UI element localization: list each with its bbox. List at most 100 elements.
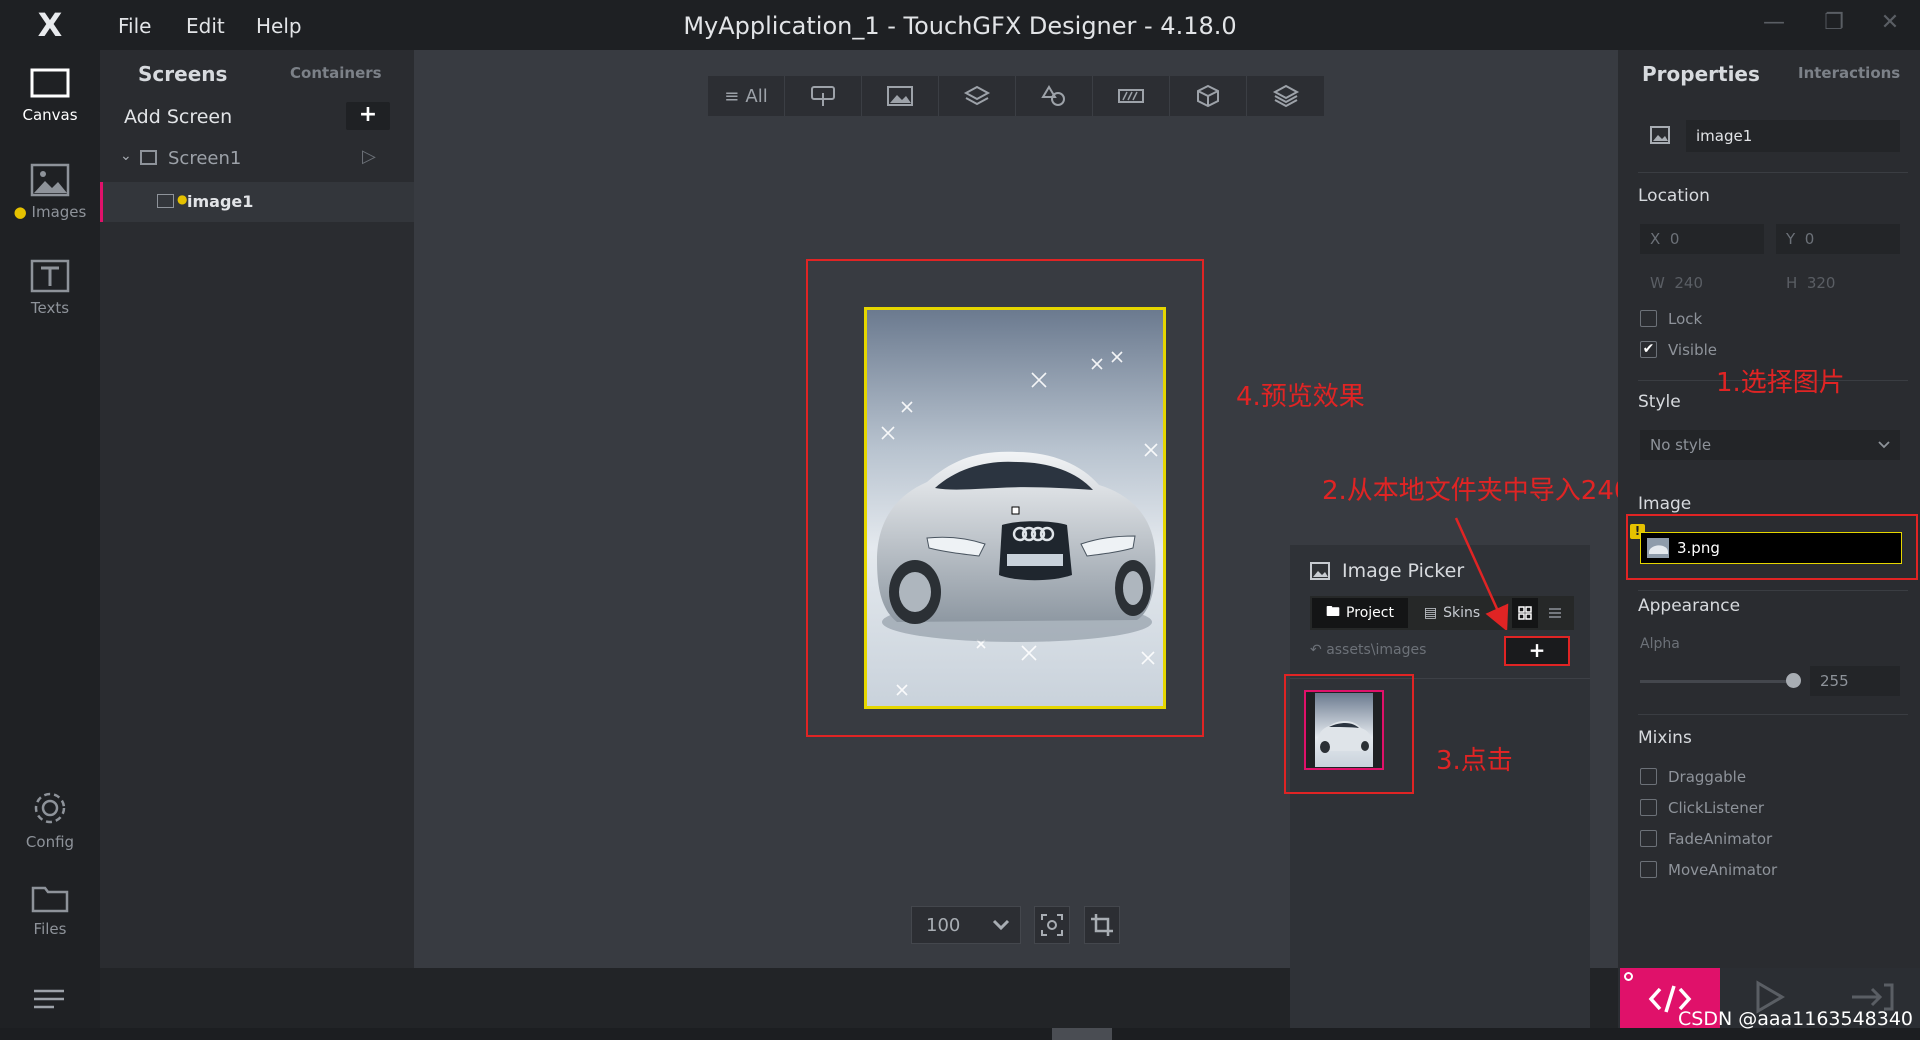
path-label: assets\images bbox=[1326, 642, 1427, 658]
image-widget-icon bbox=[157, 194, 174, 208]
chevron-down-icon[interactable]: ⌄ bbox=[120, 148, 132, 164]
moveanimator-checkbox[interactable] bbox=[1640, 861, 1657, 878]
tab-interactions[interactable]: Interactions bbox=[1798, 64, 1900, 82]
widget-name-input[interactable]: image1 bbox=[1686, 120, 1900, 152]
minimize-icon[interactable]: — bbox=[1756, 10, 1792, 40]
alpha-slider-track[interactable] bbox=[1640, 680, 1790, 683]
nav-config[interactable]: Config bbox=[0, 776, 100, 864]
texts-icon bbox=[30, 259, 70, 293]
folder-icon bbox=[31, 886, 69, 913]
hamburger-icon[interactable] bbox=[32, 988, 66, 1014]
screen-tree-row[interactable]: ⌄ Screen1 ▷ bbox=[100, 138, 414, 178]
stack-icon bbox=[1272, 84, 1299, 108]
chevron-down-icon bbox=[1878, 441, 1890, 449]
toolbar-containers-button[interactable] bbox=[939, 76, 1016, 116]
nav-files-label: Files bbox=[33, 920, 67, 938]
divider bbox=[1638, 172, 1908, 173]
restore-icon[interactable]: ❐ bbox=[1816, 10, 1852, 40]
clicklistener-label: ClickListener bbox=[1668, 799, 1765, 817]
path-breadcrumb: ↶ assets\images bbox=[1310, 642, 1426, 658]
screen-icon bbox=[140, 150, 157, 165]
toolbar-images-button[interactable] bbox=[862, 76, 939, 116]
zoom-select[interactable]: 100 bbox=[911, 906, 1021, 944]
nav-images[interactable]: ● Images bbox=[0, 148, 100, 236]
toolbar-3d-button[interactable] bbox=[1170, 76, 1247, 116]
list-icon: ≡ bbox=[724, 85, 740, 107]
image-select[interactable]: 3.png bbox=[1640, 532, 1902, 564]
alpha-slider-handle[interactable] bbox=[1786, 673, 1801, 688]
x-value: 0 bbox=[1669, 230, 1680, 248]
fadeanimator-checkbox[interactable] bbox=[1640, 830, 1657, 847]
image-thumbnail-icon bbox=[1647, 538, 1669, 558]
nav-canvas[interactable]: Canvas bbox=[0, 52, 100, 140]
taskbar-indicator bbox=[1052, 1028, 1112, 1040]
car-thumbnail-image bbox=[1315, 693, 1373, 767]
widget-tree-row[interactable]: ● image1 bbox=[100, 182, 414, 222]
w-field[interactable]: W 240 bbox=[1650, 274, 1703, 292]
menu-file[interactable]: File bbox=[118, 14, 151, 38]
lock-checkbox[interactable] bbox=[1640, 310, 1657, 327]
draggable-label: Draggable bbox=[1668, 768, 1747, 786]
alpha-label: Alpha bbox=[1640, 636, 1680, 652]
folder-icon: 🖿 bbox=[1326, 604, 1341, 620]
screen-name: Screen1 bbox=[168, 148, 242, 169]
nav-images-text: Images bbox=[31, 203, 87, 221]
nav-texts-label: Texts bbox=[30, 299, 70, 317]
nav-files[interactable]: Files bbox=[0, 866, 100, 954]
toolbar-shapes-button[interactable] bbox=[1016, 76, 1093, 116]
import-image-button[interactable]: + bbox=[1504, 636, 1570, 666]
add-screen-button[interactable]: + bbox=[346, 102, 390, 130]
y-input[interactable]: Y 0 bbox=[1776, 224, 1900, 254]
annotation-click: 3.点击 bbox=[1436, 746, 1513, 776]
annotation-preview: 4.预览效果 bbox=[1236, 382, 1365, 412]
menu-help[interactable]: Help bbox=[256, 14, 302, 38]
add-screen-label[interactable]: Add Screen bbox=[124, 106, 232, 128]
nav-config-label: Config bbox=[25, 833, 75, 851]
images-icon bbox=[30, 163, 70, 197]
fit-screen-button[interactable] bbox=[1034, 906, 1070, 944]
car-image bbox=[867, 310, 1163, 706]
w-label: W bbox=[1650, 274, 1665, 292]
lock-label: Lock bbox=[1668, 310, 1703, 328]
watermark: CSDN @aaa1163548340 bbox=[1678, 1008, 1914, 1030]
zoom-value: 100 bbox=[926, 914, 961, 936]
alpha-input[interactable]: 255 bbox=[1810, 666, 1900, 696]
widget-toolbar: ≡ All bbox=[708, 76, 1324, 116]
visible-checkbox[interactable]: ✔ bbox=[1640, 341, 1657, 358]
tab-properties[interactable]: Properties bbox=[1642, 62, 1760, 86]
status-dot-icon bbox=[1624, 972, 1633, 981]
play-screen-icon[interactable]: ▷ bbox=[362, 146, 376, 167]
h-value: 320 bbox=[1806, 274, 1836, 292]
tab-project[interactable]: 🖿 Project bbox=[1312, 598, 1408, 628]
draggable-checkbox[interactable] bbox=[1640, 768, 1657, 785]
w-value: 240 bbox=[1674, 274, 1704, 292]
nav-texts[interactable]: Texts bbox=[0, 244, 100, 332]
touchgfx-logo: X bbox=[37, 6, 63, 44]
toolbar-all-button[interactable]: ≡ All bbox=[708, 76, 785, 116]
status-bar bbox=[0, 1028, 1920, 1040]
back-arrow-icon[interactable]: ↶ bbox=[1310, 642, 1322, 658]
h-field[interactable]: H 320 bbox=[1786, 274, 1835, 292]
image-thumbnail[interactable] bbox=[1304, 690, 1384, 770]
tab-containers[interactable]: Containers bbox=[290, 64, 382, 82]
menu-edit[interactable]: Edit bbox=[186, 14, 225, 38]
close-icon[interactable]: ✕ bbox=[1872, 10, 1908, 40]
tab-screens[interactable]: Screens bbox=[138, 62, 227, 86]
toolbar-misc-button[interactable] bbox=[1247, 76, 1324, 116]
image-picker-icon bbox=[1310, 562, 1330, 584]
image1-widget[interactable] bbox=[864, 307, 1166, 709]
h-label: H bbox=[1786, 274, 1798, 292]
progress-icon bbox=[1118, 89, 1144, 103]
nav-canvas-label: Canvas bbox=[22, 106, 78, 124]
x-input[interactable]: X 0 bbox=[1640, 224, 1764, 254]
clicklistener-checkbox[interactable] bbox=[1640, 799, 1657, 816]
chevron-down-icon bbox=[992, 919, 1010, 931]
crop-button[interactable] bbox=[1084, 906, 1120, 944]
mixins-label: Mixins bbox=[1638, 728, 1692, 748]
image-label: Image bbox=[1638, 494, 1692, 514]
fadeanimator-label: FadeAnimator bbox=[1668, 830, 1773, 848]
toolbar-button-interaction[interactable] bbox=[785, 76, 862, 116]
toolbar-progress-button[interactable] bbox=[1093, 76, 1170, 116]
style-select[interactable]: No style bbox=[1640, 430, 1900, 460]
canvas-icon bbox=[30, 68, 70, 98]
